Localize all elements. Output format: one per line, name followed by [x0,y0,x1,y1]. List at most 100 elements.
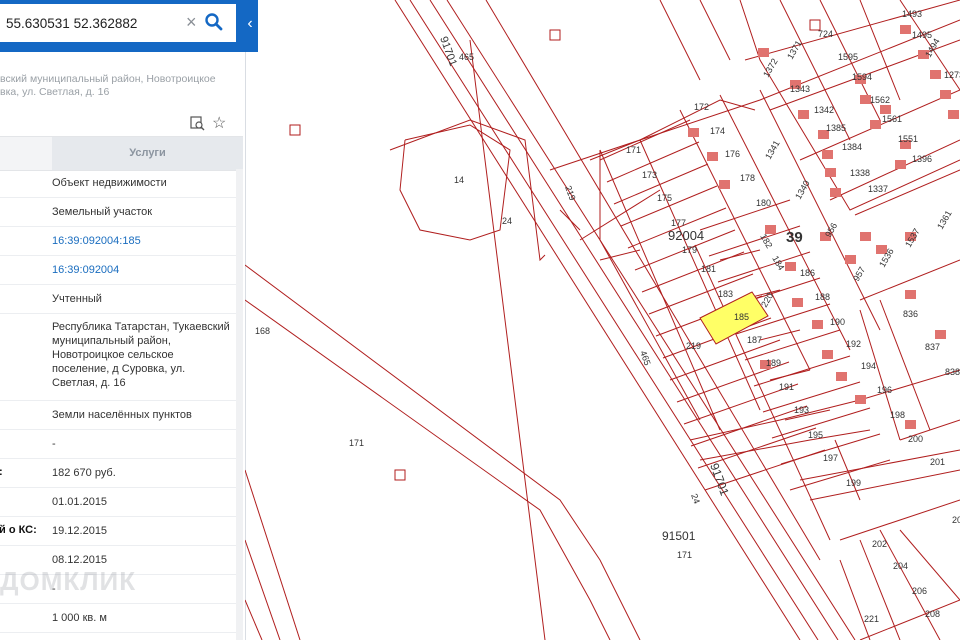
info-row-link[interactable]: 16:39:092004 [52,263,230,277]
info-row-link[interactable]: 16:39:092004:185 [52,234,230,248]
parcel-boundary [245,299,611,640]
building [822,150,833,159]
cadastral-map[interactable]: 9200491501399170191701465465142424219219… [245,0,960,640]
building [845,255,856,264]
map-label-p190: 190 [830,317,845,327]
map-label-p836: 836 [903,309,918,319]
map-label-p1396: 1396 [912,154,932,164]
map-label-p193: 193 [794,405,809,415]
info-row-value: 08.12.2015 [52,554,108,566]
building [895,160,906,169]
map-label-p181: 181 [701,264,716,274]
parcel-boundary [469,39,546,640]
info-row: й о КС: 19.12.2015 [0,517,236,546]
search-bar: × ‹ [0,0,258,52]
info-row: 16:39:092004 [0,256,236,285]
map-label-p199: 199 [846,478,861,488]
map-label-p1343: 1343 [790,84,810,94]
map-label-p219a: 219 [563,184,578,202]
info-row-value: Республика Татарстан, Тукаевский муницип… [52,321,230,389]
tab-services[interactable]: Услуги [52,137,243,170]
map-label-p221: 221 [864,614,879,624]
map-label-quarter_91501: 91501 [662,529,696,543]
map-label-p178: 178 [740,173,755,183]
map-label-p179: 179 [682,245,697,255]
info-row-value: 01.01.2015 [52,496,108,508]
map-label-p1337: 1337 [868,184,888,194]
map-marker-square [289,124,301,136]
building [830,188,841,197]
building [825,168,836,177]
building [792,298,803,307]
map-marker-square [549,29,561,41]
building [855,395,866,404]
info-panel: вский муниципальный район, Новотроицкое … [0,0,246,640]
parcel-boundary [839,559,871,640]
info-row-label: : [0,466,3,478]
map-label-p1495: 1495 [912,30,932,40]
info-row: Учтенный [0,285,236,314]
building [707,152,718,161]
map-label-p201: 201 [930,457,945,467]
info-row: - [0,430,236,459]
parcel-boundary [245,599,263,640]
parcel-boundary [699,0,731,61]
map-label-p168: 168 [255,326,270,336]
parcel-boundary [620,185,718,227]
building [948,110,959,119]
parcel-boundary [789,459,891,491]
map-label-p180: 180 [756,198,771,208]
clear-search-button[interactable]: × [186,12,202,32]
parcel-boundary [245,539,281,640]
parcel-boundary [879,529,941,640]
parcel-boundary [245,469,301,640]
map-label-p1372: 1372 [761,57,780,79]
map-label-p1385: 1385 [826,123,846,133]
map-marker-square [394,469,406,481]
map-label-p202: 202 [872,539,887,549]
building [940,90,951,99]
info-table-header: Услуги [0,136,243,171]
map-label-road_91701_b: 91701 [707,461,732,497]
parcel-boundary [899,529,960,601]
map-label-p175: 175 [657,193,672,203]
map-label-p1493: 1493 [902,9,922,19]
parcel-boundary [809,469,960,501]
map-label-road_465_b: 465 [638,349,653,367]
zoom-to-object-icon[interactable] [190,116,205,131]
map-label-p1273: 1273 [944,70,960,80]
building [719,180,730,189]
map-label-p24b: 24 [689,492,702,505]
info-row: Республика Татарстан, Тукаевский муницип… [0,314,236,401]
map-label-p1594: 1594 [852,72,872,82]
map-label-p192: 192 [846,339,861,349]
panel-scrollbar[interactable] [236,169,243,640]
map-label-p171b: 171 [677,550,692,560]
parcel-boundary [699,199,791,231]
map-label-p200: 200 [908,434,923,444]
info-row: вание:Для индивидуальной жилой [0,633,236,640]
building [905,420,916,429]
map-label-p198: 198 [890,410,905,420]
search-icon[interactable] [204,12,224,32]
building [688,128,699,137]
building [870,120,881,129]
info-row-value: Объект недвижимости [52,177,167,189]
parcel-boundary [641,251,745,293]
parcel-boundary [485,0,821,561]
info-row-value: - [52,438,56,450]
building [905,290,916,299]
parcel-boundary [446,0,856,640]
info-row: 01.01.2015 [0,488,236,517]
map-label-p1384: 1384 [842,142,862,152]
map-label-p1562: 1562 [870,95,890,105]
info-row-value: Земли населённых пунктов [52,409,192,421]
info-row: 16:39:092004:185 [0,227,236,256]
map-label-p188: 188 [815,292,830,302]
favorite-star-icon[interactable]: ☆ [212,113,226,133]
map-label-p173: 173 [642,170,657,180]
map-label-road_465_a: 465 [459,52,474,62]
map-label-p1537: 1537 [903,227,922,249]
info-row-value: Земельный участок [52,206,153,218]
info-row-value: 19.12.2015 [52,525,108,537]
